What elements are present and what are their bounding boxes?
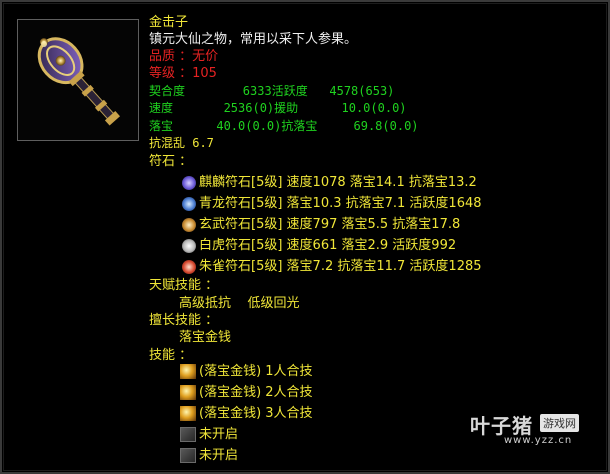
item-level: 等级 ：105 [149,66,217,81]
scepter-icon [37,37,121,126]
baihu-rune-icon [182,239,196,253]
site-watermark: 叶子猪 游戏网 www.yzz.cn [470,408,608,454]
stat-row-speed-assist: 速度 2536(0)援助 10.0(0.0) [149,101,407,115]
qinglong-rune-icon [182,197,196,211]
rune-qilin: 麒麟符石[5级] 速度1078 落宝14.1 抗落宝13.2 [199,175,477,190]
skill-locked-1: 未开启 [199,427,239,442]
locked-skill-icon [180,448,196,463]
item-name: 金击子 [149,15,189,30]
xuanwu-rune-icon [182,218,196,232]
rune-qinglong: 青龙符石[5级] 落宝10.3 抗落宝7.1 活跃度1648 [199,196,482,211]
specialty-skills: 落宝金钱 [179,330,232,345]
watermark-tag: 游戏网 [540,414,579,432]
qilin-rune-icon [182,176,196,190]
skill-combo-3: (落宝金钱) 3人合技 [199,406,313,421]
rune-baihu: 白虎符石[5级] 速度661 落宝2.9 活跃度992 [199,238,457,253]
skill-locked-2: 未开启 [199,448,239,463]
skill-combo-2: (落宝金钱) 2人合技 [199,385,313,400]
item-description: 镇元大仙之物，常用以采下人参果。 [149,32,358,47]
zhuque-rune-icon [182,260,196,274]
stat-row-loot-resist: 落宝 40.0(0.0)抗落宝 69.8(0.0) [149,119,419,133]
item-tooltip-panel: 金击子 镇元大仙之物，常用以采下人参果。 品质 ：无价 等级 ：105 契合度 … [0,0,610,474]
rune-xuanwu: 玄武符石[5级] 速度797 落宝5.5 抗落宝17.8 [199,217,461,232]
stat-row-harmony-activity: 契合度 6333活跃度 4578(653) [149,84,395,98]
gold-coin-skill-icon [180,364,196,379]
skills-header: 技能 ： [149,348,193,363]
skill-combo-1: (落宝金钱) 1人合技 [199,364,313,379]
watermark-url: www.yzz.cn [504,435,573,446]
talent-skills: 高级抵抗 低级回光 [179,296,300,311]
rune-zhuque: 朱雀符石[5级] 落宝7.2 抗落宝11.7 活跃度1285 [199,259,482,274]
item-quality: 品质 ：无价 [149,49,219,64]
locked-skill-icon [180,427,196,442]
gold-coin-skill-icon [180,406,196,421]
runes-header: 符石 ： [149,154,193,169]
stat-row-anti-confusion: 抗混乱 6.7 [149,136,214,150]
gold-coin-skill-icon [180,385,196,400]
specialty-header: 擅长技能 ： [149,313,219,328]
item-image [17,19,139,141]
talent-header: 天赋技能 ： [149,278,219,293]
